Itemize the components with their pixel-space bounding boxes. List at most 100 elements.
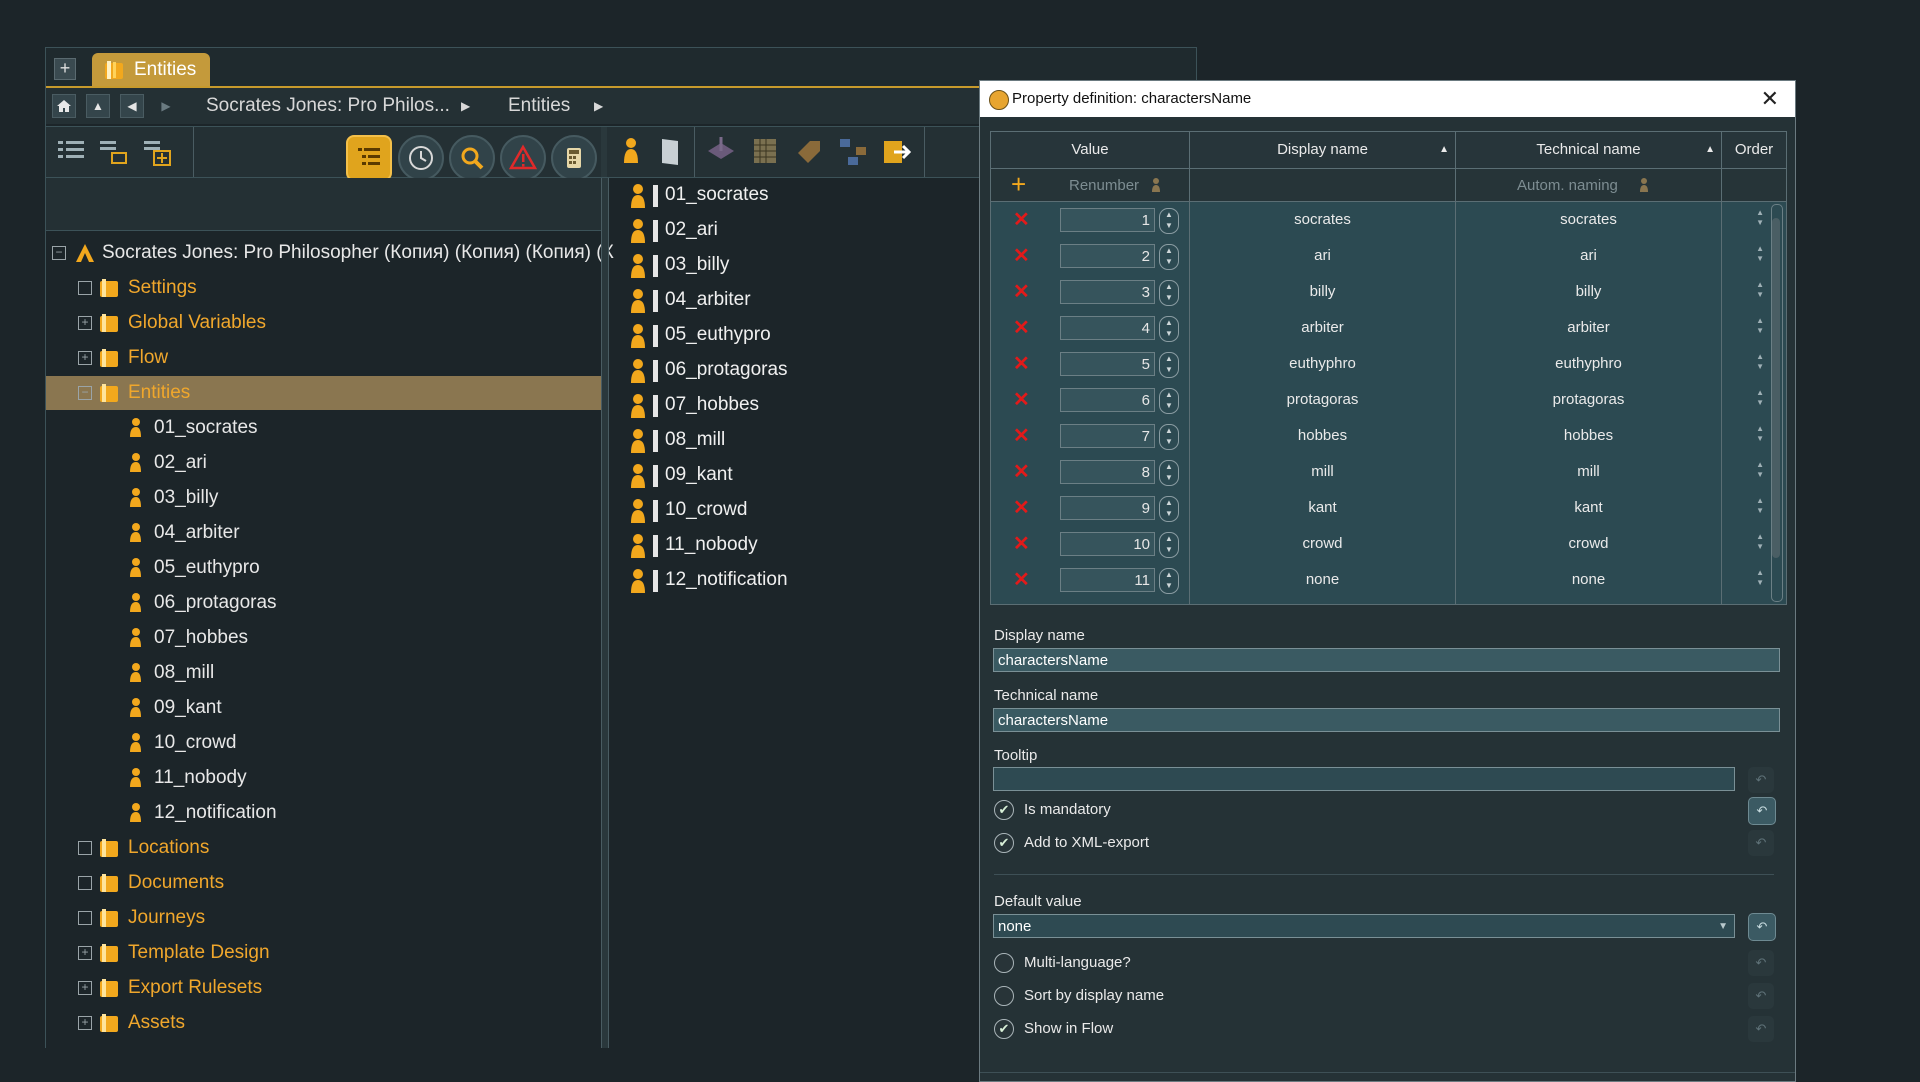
multi-language-reset-button[interactable]: ↶ bbox=[1748, 950, 1774, 976]
delete-row-icon[interactable]: ✕ bbox=[1013, 390, 1030, 410]
warnings-button[interactable] bbox=[500, 135, 546, 181]
list-item[interactable]: 01_socrates bbox=[607, 178, 957, 212]
value-spinner[interactable]: ▲▼ bbox=[1159, 604, 1179, 605]
new-tab-button[interactable]: + bbox=[54, 58, 76, 80]
expander-icon[interactable]: − bbox=[78, 386, 92, 400]
is-mandatory-reset-button[interactable]: ↶ bbox=[1748, 797, 1776, 825]
xml-export-checkbox[interactable]: ✔ bbox=[994, 833, 1014, 853]
delete-row-icon[interactable]: ✕ bbox=[1013, 282, 1030, 302]
expander-icon[interactable]: + bbox=[78, 351, 92, 365]
value-input[interactable]: 3 bbox=[1060, 280, 1155, 304]
display-name-field[interactable]: charactersName bbox=[993, 648, 1780, 672]
breadcrumb-project[interactable]: Socrates Jones: Pro Philos... bbox=[206, 88, 450, 124]
show-in-flow-checkbox[interactable]: ✔ bbox=[994, 1019, 1014, 1039]
breadcrumb-entities[interactable]: Entities bbox=[508, 88, 570, 124]
delete-row-icon[interactable]: ✕ bbox=[1013, 426, 1030, 446]
delete-row-icon[interactable]: ✕ bbox=[1013, 498, 1030, 518]
order-arrows-icon[interactable]: ▲▼ bbox=[1722, 310, 1764, 346]
tree-entity-item[interactable]: 07_hobbes bbox=[46, 621, 601, 655]
expander-icon[interactable]: + bbox=[78, 316, 92, 330]
tree-entity-item[interactable]: 05_euthypro bbox=[46, 551, 601, 585]
tree-folder-item[interactable]: − Entities bbox=[46, 376, 601, 410]
tree-entity-item[interactable]: 06_protagoras bbox=[46, 586, 601, 620]
delete-row-icon[interactable]: ✕ bbox=[1013, 318, 1030, 338]
multi-language-checkbox[interactable] bbox=[994, 953, 1014, 973]
show-in-flow-reset-button[interactable]: ↶ bbox=[1748, 1016, 1774, 1042]
value-input[interactable]: 6 bbox=[1060, 388, 1155, 412]
tree-entity-item[interactable]: 11_nobody bbox=[46, 761, 601, 795]
technical-name-field[interactable]: charactersName bbox=[993, 708, 1780, 732]
collapse-icon[interactable]: − bbox=[52, 246, 66, 260]
value-spinner[interactable]: ▲▼ bbox=[1159, 280, 1179, 306]
technical-name-cell[interactable]: crowd bbox=[1456, 526, 1722, 562]
default-value-select[interactable]: none ▼ bbox=[993, 914, 1735, 938]
history-button[interactable] bbox=[398, 135, 444, 181]
add-value-icon[interactable]: + bbox=[1011, 171, 1026, 197]
technical-name-cell[interactable]: hobbes bbox=[1456, 418, 1722, 454]
value-input[interactable]: 1 bbox=[1060, 208, 1155, 232]
tree-entity-item[interactable]: 01_socrates bbox=[46, 411, 601, 445]
close-icon[interactable]: ✕ bbox=[1761, 81, 1779, 117]
expander-icon[interactable]: + bbox=[78, 1016, 92, 1030]
order-arrows-icon[interactable]: ▲▼ bbox=[1722, 454, 1764, 490]
sort-by-display-name-checkbox[interactable] bbox=[994, 986, 1014, 1006]
renumber-button[interactable]: Renumber bbox=[1069, 177, 1139, 194]
order-arrows-icon[interactable]: ▲▼ bbox=[1722, 346, 1764, 382]
value-input[interactable]: 11 bbox=[1060, 568, 1155, 592]
display-name-cell[interactable]: hobbes bbox=[1190, 418, 1456, 454]
technical-name-cell[interactable]: notification bbox=[1456, 598, 1722, 604]
tree-folder-item[interactable]: Locations bbox=[46, 831, 601, 865]
expander-icon[interactable] bbox=[78, 876, 92, 890]
tree-folder-item[interactable]: + Flow bbox=[46, 341, 601, 375]
expander-icon[interactable] bbox=[78, 281, 92, 295]
tab-entities[interactable]: Entities bbox=[92, 53, 210, 86]
list-item[interactable]: 10_crowd bbox=[607, 493, 957, 527]
value-input[interactable]: 10 bbox=[1060, 532, 1155, 556]
add-child-icon[interactable] bbox=[94, 133, 132, 171]
value-spinner[interactable]: ▲▼ bbox=[1159, 208, 1179, 234]
technical-name-cell[interactable]: euthyphro bbox=[1456, 346, 1722, 382]
tree-entity-item[interactable]: 10_crowd bbox=[46, 726, 601, 760]
value-input[interactable]: 9 bbox=[1060, 496, 1155, 520]
list-item[interactable]: 07_hobbes bbox=[607, 388, 957, 422]
technical-name-cell[interactable]: none bbox=[1456, 562, 1722, 598]
technical-name-cell[interactable]: arbiter bbox=[1456, 310, 1722, 346]
tree-folder-item[interactable]: + Global Variables bbox=[46, 306, 601, 340]
value-input[interactable]: 2 bbox=[1060, 244, 1155, 268]
column-header-value[interactable]: Value bbox=[991, 132, 1190, 169]
display-name-cell[interactable]: notification bbox=[1190, 598, 1456, 604]
technical-name-cell[interactable]: billy bbox=[1456, 274, 1722, 310]
value-input[interactable]: 4 bbox=[1060, 316, 1155, 340]
autom-naming-button[interactable]: Autom. naming bbox=[1517, 177, 1618, 194]
display-name-cell[interactable]: crowd bbox=[1190, 526, 1456, 562]
tree-entity-item[interactable]: 12_notification bbox=[46, 796, 601, 830]
delete-row-icon[interactable]: ✕ bbox=[1013, 210, 1030, 230]
value-spinner[interactable]: ▲▼ bbox=[1159, 460, 1179, 486]
list-item[interactable]: 09_kant bbox=[607, 458, 957, 492]
list-item[interactable]: 04_arbiter bbox=[607, 283, 957, 317]
tree-entity-item[interactable]: 03_billy bbox=[46, 481, 601, 515]
expander-icon[interactable]: + bbox=[78, 981, 92, 995]
display-name-cell[interactable]: arbiter bbox=[1190, 310, 1456, 346]
xml-export-reset-button[interactable]: ↶ bbox=[1748, 830, 1774, 856]
tree-folder-item[interactable]: Settings bbox=[46, 271, 601, 305]
technical-name-cell[interactable]: socrates bbox=[1456, 202, 1722, 238]
value-spinner[interactable]: ▲▼ bbox=[1159, 244, 1179, 270]
value-input[interactable]: 8 bbox=[1060, 460, 1155, 484]
table-scrollbar[interactable] bbox=[1769, 204, 1783, 602]
back-button[interactable]: ◀ bbox=[120, 94, 144, 118]
value-spinner[interactable]: ▲▼ bbox=[1159, 388, 1179, 414]
tree-root[interactable]: − Socrates Jones: Pro Philosopher (Копия… bbox=[46, 236, 614, 270]
value-spinner[interactable]: ▲▼ bbox=[1159, 496, 1179, 522]
list-item[interactable]: 05_euthypro bbox=[607, 318, 957, 352]
list-item[interactable]: 02_ari bbox=[607, 213, 957, 247]
display-name-cell[interactable]: protagoras bbox=[1190, 382, 1456, 418]
display-name-cell[interactable]: socrates bbox=[1190, 202, 1456, 238]
order-arrows-icon[interactable]: ▲▼ bbox=[1722, 562, 1764, 598]
technical-name-cell[interactable]: kant bbox=[1456, 490, 1722, 526]
list-item[interactable]: 03_billy bbox=[607, 248, 957, 282]
tree-folder-item[interactable]: + Export Rulesets bbox=[46, 971, 601, 1005]
search-button[interactable] bbox=[449, 135, 495, 181]
tooltip-reset-button[interactable]: ↶ bbox=[1748, 767, 1774, 793]
column-header-order[interactable]: Order bbox=[1722, 132, 1786, 169]
